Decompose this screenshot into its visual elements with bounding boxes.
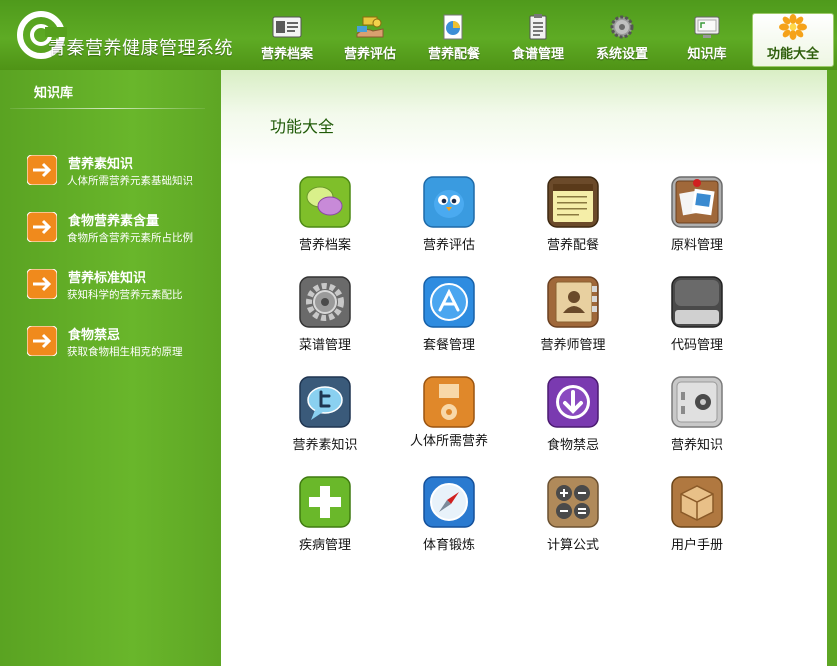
pie-chart-icon (443, 14, 463, 40)
header-bar: 青秦营养健康管理系统 营养档案 营养评估 营养配餐 食谱管理 系统设置 知识库 … (0, 0, 837, 70)
tile-label: 原料管理 (670, 238, 723, 253)
chat-bubbles-icon (299, 176, 351, 228)
tile-dietitian-management[interactable]: 营养师管理 (517, 276, 627, 356)
page-title: 功能大全 (270, 117, 335, 136)
nav-knowledge-base[interactable]: 知识库 (667, 14, 747, 66)
tile-human-nutrition-needs[interactable]: 人体所需营养 (393, 376, 503, 456)
tile-label: 疾病管理 (298, 538, 351, 553)
tile-label: 代码管理 (670, 338, 723, 353)
sidebar-item-desc: 人体所需营养元素基础知识 (67, 175, 193, 187)
hand-coins-icon (356, 16, 384, 38)
tile-label: 营养档案 (298, 238, 351, 253)
tile-physical-exercise[interactable]: 体育锻炼 (393, 476, 503, 556)
bird-icon (423, 176, 475, 228)
sidebar: 知识库 营养素知识 人体所需营养元素基础知识 食物营养素含量 食物所含营养元素所… (0, 70, 221, 666)
tile-nutrition-records[interactable]: 营养档案 (269, 176, 379, 256)
nav-label: 营养评估 (343, 47, 396, 62)
nav-label: 营养档案 (260, 47, 313, 62)
app-title: 青秦营养健康管理系统 (48, 38, 233, 59)
sidebar-item-desc: 获取食物相生相克的原理 (67, 346, 183, 358)
tile-label: 营养配餐 (546, 238, 599, 253)
tile-ingredient-management[interactable]: 原料管理 (641, 176, 751, 256)
window-right-edge (827, 70, 837, 666)
nav-recipe-management[interactable]: 食谱管理 (498, 14, 578, 66)
nav-label: 食谱管理 (511, 47, 564, 62)
sidebar-item-nutrient-knowledge[interactable]: 营养素知识 人体所需营养元素基础知识 (27, 152, 217, 196)
gear-icon (299, 276, 351, 328)
main-content: 功能大全 营养档案 营养评估 营养配餐 原料管理 菜谱管理 套餐管理 营养师管理… (221, 70, 827, 666)
sidebar-item-title: 营养标准知识 (68, 271, 147, 286)
tile-label: 体育锻炼 (422, 538, 475, 553)
sidebar-divider (10, 108, 205, 109)
tile-nutrition-knowledge[interactable]: 营养知识 (641, 376, 751, 456)
profile-card-icon (272, 16, 302, 38)
sidebar-item-desc: 食物所含营养元素所占比例 (67, 232, 193, 244)
sidebar-item-food-taboos[interactable]: 食物禁忌 获取食物相生相克的原理 (27, 323, 217, 367)
tile-disease-management[interactable]: 疾病管理 (269, 476, 379, 556)
arrow-right-icon (27, 269, 57, 299)
tile-label: 营养师管理 (540, 338, 606, 353)
photo-board-icon (671, 176, 723, 228)
tile-nutrition-assessment[interactable]: 营养评估 (393, 176, 503, 256)
nav-nutrition-assessment[interactable]: 营养评估 (330, 14, 410, 66)
tile-label: 套餐管理 (422, 338, 475, 353)
arrow-right-icon (27, 155, 57, 185)
dark-panel-icon (671, 276, 723, 328)
tile-meal-planning[interactable]: 营养配餐 (517, 176, 627, 256)
tile-label: 营养知识 (670, 438, 723, 453)
tile-menu-management[interactable]: 菜谱管理 (269, 276, 379, 356)
sidebar-item-desc: 获知科学的营养元素配比 (67, 289, 183, 301)
sidebar-item-title: 食物营养素含量 (68, 214, 160, 229)
safe-icon (671, 376, 723, 428)
tile-nutrient-knowledge[interactable]: 营养素知识 (269, 376, 379, 456)
nav-label: 知识库 (687, 47, 727, 62)
music-player-icon (423, 376, 475, 428)
download-icon (547, 376, 599, 428)
sidebar-item-title: 食物禁忌 (68, 328, 121, 343)
sidebar-title: 知识库 (34, 86, 74, 101)
tile-label: 用户手册 (670, 538, 723, 553)
nav-label: 营养配餐 (427, 47, 480, 62)
tile-food-taboos[interactable]: 食物禁忌 (517, 376, 627, 456)
tile-label: 食物禁忌 (546, 438, 599, 453)
sidebar-item-title: 营养素知识 (68, 157, 134, 172)
tile-user-manual[interactable]: 用户手册 (641, 476, 751, 556)
tile-label: 营养评估 (422, 238, 475, 253)
monitor-icon (694, 16, 720, 38)
calculator-icon (547, 476, 599, 528)
app-store-icon (423, 276, 475, 328)
package-icon (671, 476, 723, 528)
arrow-right-icon (27, 212, 57, 242)
nav-label: 功能大全 (766, 47, 819, 62)
nav-label: 系统设置 (595, 47, 648, 62)
tile-label: 人体所需营养 (409, 434, 488, 449)
clipboard-icon (529, 14, 547, 40)
arrow-right-icon (27, 326, 57, 356)
tile-package-management[interactable]: 套餐管理 (393, 276, 503, 356)
tile-label: 营养素知识 (292, 438, 358, 453)
tile-label: 计算公式 (546, 538, 599, 553)
tile-code-management[interactable]: 代码管理 (641, 276, 751, 356)
sidebar-item-food-nutrient-content[interactable]: 食物营养素含量 食物所含营养元素所占比例 (27, 209, 217, 253)
gear-icon (610, 15, 634, 39)
notepad-icon (547, 176, 599, 228)
address-book-icon (547, 276, 599, 328)
plus-icon (299, 476, 351, 528)
nav-nutrition-records[interactable]: 营养档案 (247, 14, 327, 66)
nav-meal-planning[interactable]: 营养配餐 (414, 14, 494, 66)
nav-function-overview[interactable]: 功能大全 (752, 13, 834, 67)
tile-calculation-formulas[interactable]: 计算公式 (517, 476, 627, 556)
nav-system-settings[interactable]: 系统设置 (582, 14, 662, 66)
speech-bubble-icon (299, 376, 351, 428)
sidebar-item-nutrition-standards[interactable]: 营养标准知识 获知科学的营养元素配比 (27, 266, 217, 310)
compass-icon (423, 476, 475, 528)
tile-label: 菜谱管理 (298, 338, 351, 353)
flower-icon (779, 14, 807, 40)
